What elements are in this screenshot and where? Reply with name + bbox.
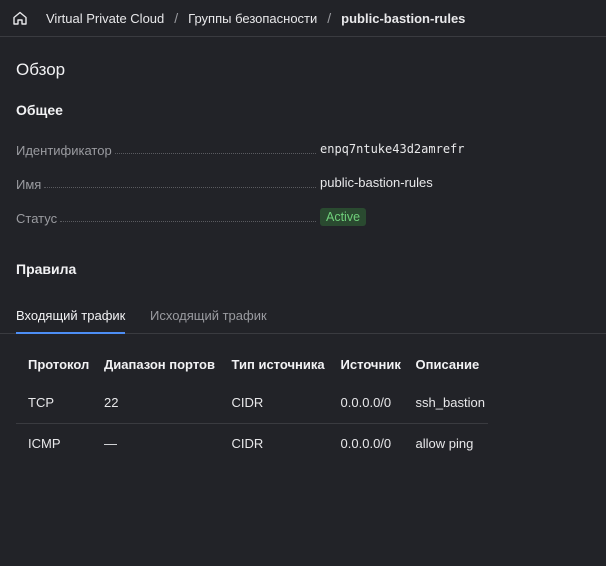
property-id-value: enpq7ntuke43d2amrefr [320, 142, 465, 156]
cell-port-range: — [103, 435, 117, 451]
column-header-source-type: Тип источника [231, 356, 325, 372]
cell-description: allow ping [415, 435, 474, 451]
property-leader [44, 187, 316, 188]
cell-source: 0.0.0.0/0 [340, 395, 392, 411]
property-status-label: Статус [16, 211, 58, 226]
cell-port-range: 22 [103, 395, 119, 411]
property-id-label: Идентификатор [16, 143, 112, 158]
general-section-title: Общее [16, 102, 63, 118]
cell-protocol: ICMP [28, 435, 61, 451]
cell-source-type: CIDR [231, 435, 264, 451]
property-leader [60, 221, 316, 222]
column-header-description: Описание [415, 356, 480, 372]
breadcrumb-security-groups[interactable]: Группы безопасности [188, 11, 317, 26]
property-status: Статус [16, 208, 316, 226]
tab-egress[interactable]: Исходящий трафик [150, 308, 267, 334]
table-row: TCP 22 CIDR 0.0.0.0/0 ssh_bastion [16, 383, 488, 423]
table-header-row: Протокол Диапазон портов Тип источника И… [16, 345, 488, 383]
column-header-protocol: Протокол [28, 356, 90, 372]
page-title: Обзор [16, 60, 66, 79]
breadcrumb-separator: / [174, 10, 179, 26]
rules-section-title: Правила [16, 261, 77, 277]
breadcrumb-vpc[interactable]: Virtual Private Cloud [46, 11, 164, 26]
column-header-port-range: Диапазон портов [103, 356, 215, 372]
column-header-source: Источник [340, 356, 401, 372]
traffic-tabs: Входящий трафик Исходящий трафик [0, 300, 606, 334]
home-icon[interactable] [11, 9, 29, 27]
cell-source-type: CIDR [231, 395, 264, 411]
cell-source: 0.0.0.0/0 [340, 435, 392, 451]
breadcrumb-current: public-bastion-rules [341, 10, 466, 26]
property-name: Имя [16, 174, 316, 192]
status-badge: Active [320, 208, 367, 226]
property-name-value: public-bastion-rules [320, 175, 433, 190]
table-row: ICMP — CIDR 0.0.0.0/0 allow ping [16, 423, 488, 463]
tab-ingress[interactable]: Входящий трафик [16, 308, 126, 334]
property-id: Идентификатор [16, 140, 316, 158]
breadcrumb: Virtual Private Cloud / Группы безопасно… [0, 0, 606, 37]
property-leader [114, 153, 316, 154]
rules-table: Протокол Диапазон портов Тип источника И… [16, 345, 488, 463]
cell-protocol: TCP [28, 395, 54, 411]
property-name-label: Имя [16, 177, 42, 192]
breadcrumb-separator: / [327, 10, 332, 26]
cell-description: ssh_bastion [415, 395, 485, 411]
